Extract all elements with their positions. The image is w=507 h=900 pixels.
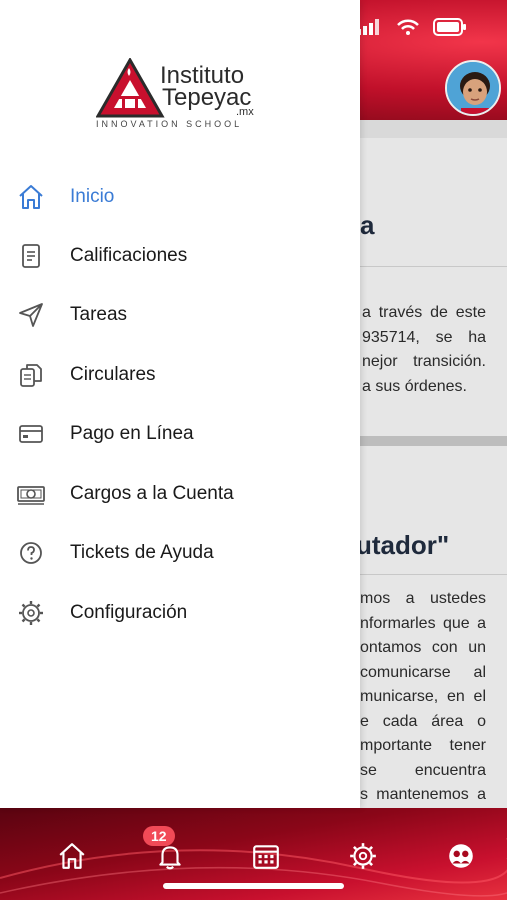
menu-item-label: Calificaciones: [70, 245, 188, 266]
tab-home[interactable]: [54, 838, 90, 874]
cash-icon: [16, 479, 46, 509]
menu-item-label: Configuración: [70, 602, 188, 623]
wifi-icon: [397, 19, 419, 35]
logo-suffix: .mx: [236, 106, 254, 118]
home-icon: [59, 843, 85, 869]
card-line: mportante tener: [360, 737, 486, 754]
menu-item-tareas[interactable]: Tareas: [0, 290, 360, 340]
menu-item-label: Inicio: [70, 186, 115, 207]
calendar-icon: [253, 845, 279, 869]
home-icon: [16, 182, 46, 212]
card-line: s mantenemos a: [360, 786, 486, 803]
card-title: utador": [356, 530, 450, 560]
tab-calendar[interactable]: [248, 838, 284, 874]
gear-icon: [350, 843, 376, 869]
menu-item-cargos-a-la-cuenta[interactable]: Cargos a la Cuenta: [0, 469, 360, 519]
gear-icon: [16, 598, 46, 628]
files-icon: [16, 360, 46, 390]
status-bar: [357, 18, 467, 36]
menu-item-label: Tareas: [70, 304, 128, 325]
credit-card-icon: [16, 419, 46, 449]
menu-item-label: Pago en Línea: [70, 423, 194, 444]
menu-item-label: Tickets de Ayuda: [70, 542, 214, 563]
menu-item-pago-en-linea[interactable]: Pago en Línea: [0, 409, 360, 459]
card-line: e cada área o: [360, 712, 486, 730]
menu-item-label: Circulares: [70, 364, 156, 385]
signal-icon: [357, 19, 379, 35]
card-line: comunicarse al: [360, 663, 486, 681]
navigation-drawer: Instituto Tepeyac .mx INNOVATION SCHOOL …: [0, 0, 360, 808]
notification-badge: 12: [143, 826, 175, 846]
document-icon: [16, 241, 46, 271]
divider: [360, 266, 507, 267]
help-icon: [16, 538, 46, 568]
profile-icon: [449, 844, 473, 868]
card-line: 935714, se ha: [362, 328, 486, 346]
menu-item-tickets-de-ayuda[interactable]: Tickets de Ayuda: [0, 528, 360, 578]
card-body: a través de este 935714, se ha nejor tra…: [362, 301, 486, 399]
card-line: mos a ustedes: [360, 590, 486, 607]
menu-item-configuracion[interactable]: Configuración: [0, 588, 360, 638]
instituto-tepeyac-logo: Instituto Tepeyac .mx INNOVATION SCHOOL: [96, 58, 266, 130]
menu-item-circulares[interactable]: Circulares: [0, 350, 360, 400]
home-indicator: [163, 883, 344, 889]
card-title: a: [360, 210, 375, 240]
card-line: nejor transición.: [362, 353, 486, 370]
card-line: se encuentra: [360, 761, 486, 779]
card-line: a través de este: [362, 304, 486, 321]
card-line: nformarles que a: [360, 614, 486, 632]
menu-item-inicio[interactable]: Inicio: [0, 172, 360, 222]
menu-item-calificaciones[interactable]: Calificaciones: [0, 231, 360, 281]
card-line: ontamos con un: [360, 639, 486, 656]
tab-settings[interactable]: [345, 838, 381, 874]
card-body: mos a ustedes nformarles que a ontamos c…: [360, 587, 486, 808]
logo-tagline: INNOVATION SCHOOL: [96, 119, 243, 129]
send-icon: [16, 300, 46, 330]
divider: [360, 574, 507, 575]
battery-icon: [433, 18, 466, 36]
tab-profile[interactable]: [443, 838, 479, 874]
card-line: municarse, en el: [360, 688, 486, 705]
menu-item-label: Cargos a la Cuenta: [70, 483, 234, 504]
user-avatar[interactable]: [445, 60, 501, 116]
card-line: a sus órdenes.: [362, 377, 467, 395]
